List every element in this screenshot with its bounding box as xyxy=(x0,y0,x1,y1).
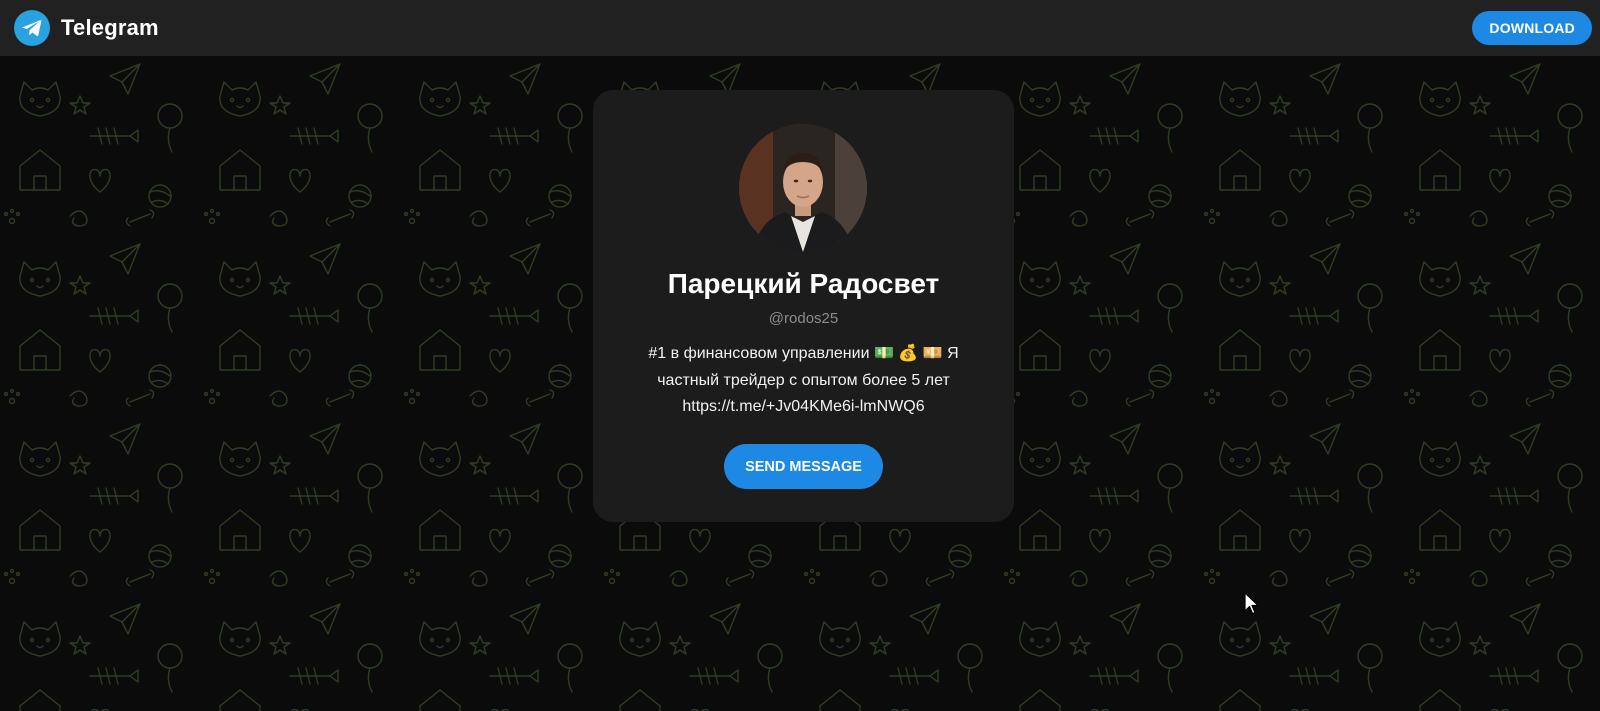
profile-bio: #1 в финансовом управлении 💵 💰 💴 Я частн… xyxy=(623,341,984,421)
telegram-logo-icon[interactable] xyxy=(14,10,50,46)
bio-line: #1 в финансовом управлении 💵 💰 💴 Я xyxy=(648,345,959,362)
app-title[interactable]: Telegram xyxy=(61,15,159,41)
download-button[interactable]: DOWNLOAD xyxy=(1472,11,1592,45)
mouse-cursor-icon xyxy=(1244,592,1260,621)
profile-card: Парецкий Радосвет @rodos25 #1 в финансов… xyxy=(593,90,1014,522)
send-message-button[interactable]: SEND MESSAGE xyxy=(724,444,883,489)
profile-username: @rodos25 xyxy=(768,310,839,327)
profile-name: Парецкий Радосвет xyxy=(667,268,940,299)
bio-line: частный трейдер с опытом более 5 лет xyxy=(657,371,950,389)
top-bar: Telegram DOWNLOAD xyxy=(0,0,1600,56)
profile-avatar xyxy=(739,124,867,252)
bio-link[interactable]: https://t.me/+Jv04KMe6i-lmNWQ6 xyxy=(623,394,984,421)
